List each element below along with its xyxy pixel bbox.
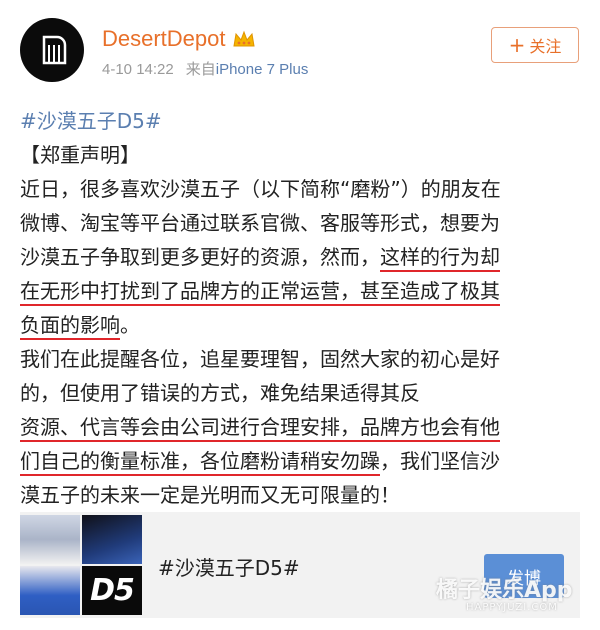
username[interactable]: DesertDepot [102, 26, 226, 52]
post-line: 微博、淘宝等平台通过联系官微、客服等形式，想要为 [20, 211, 500, 235]
thumbnail-photo [20, 566, 80, 615]
watermark-url: HAPPYJUZI.COM [466, 602, 558, 613]
plus-icon: + [508, 33, 526, 57]
underlined-text: 负面的影响 [20, 313, 120, 340]
post-line: 近日，很多喜欢沙漠五子（以下简称“磨粉”）的朋友在 [20, 177, 501, 201]
post-line: ，我们坚信沙 [380, 449, 500, 473]
post-header: DesertDepot 4-10 14:22 来自iPhone 7 Plus + … [0, 0, 600, 92]
source-prefix: 来自 [185, 61, 216, 78]
post-time: 4-10 14:22 [102, 61, 174, 78]
post-line: 【郑重声明】 [20, 143, 140, 167]
follow-label: 关注 [529, 37, 562, 56]
topic-thumbnails: D5 [20, 515, 142, 615]
topic-title[interactable]: #沙漠五子D5# [158, 552, 300, 581]
crown-icon [232, 30, 255, 47]
d5-logo-text: D5 [90, 573, 135, 608]
thumbnail-logo: D5 [82, 566, 142, 615]
post-line: 漠五子的未来一定是光明而又无可限量的！ [20, 483, 400, 507]
underlined-text: 这样的行为却 [380, 245, 500, 272]
name-row: DesertDepot [102, 26, 256, 52]
post-hashtag[interactable]: #沙漠五子D5# [20, 109, 162, 133]
follow-button[interactable]: + 关注 [491, 27, 579, 63]
underlined-text: 资源、代言等会由公司进行合理安排，品牌方也会有他 [20, 415, 500, 442]
post-line: 我们在此提醒各位，追星要理智，固然大家的初心是好 [20, 347, 500, 371]
thumbnail-photo [20, 515, 80, 564]
post-line: 的，但使用了错误的方式，难免结果适得其反 [20, 381, 420, 405]
brand-logo-icon [42, 35, 67, 65]
source-device[interactable]: iPhone 7 Plus [216, 61, 309, 78]
underlined-text: 在无形中打扰到了品牌方的正常运营，甚至造成了极其 [20, 279, 500, 306]
underlined-text: 们自己的衡量标准，各位磨粉请稍安勿躁 [20, 449, 380, 476]
post-line: 沙漠五子争取到更多更好的资源，然而， [20, 245, 380, 269]
watermark: 橘子娱乐App [436, 578, 573, 603]
post-body: #沙漠五子D5# 【郑重声明】 近日，很多喜欢沙漠五子（以下简称“磨粉”）的朋友… [20, 104, 590, 512]
thumbnail-photo [82, 515, 142, 564]
post-line: 。 [120, 313, 140, 337]
avatar[interactable] [20, 18, 84, 82]
post-meta: 4-10 14:22 来自iPhone 7 Plus [102, 58, 308, 79]
